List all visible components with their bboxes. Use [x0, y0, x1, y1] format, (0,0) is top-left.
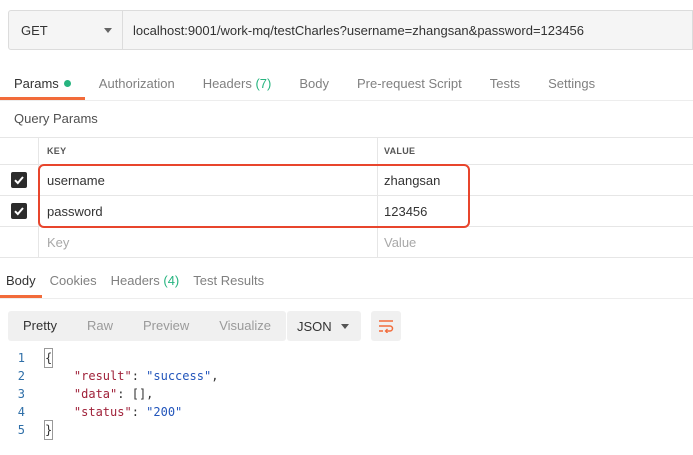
row-check-cell: [0, 227, 39, 257]
tab-label: Authorization: [98, 76, 175, 91]
headers-count: (7): [255, 76, 272, 91]
json-sep: :: [131, 405, 147, 419]
divider: [0, 298, 693, 299]
tab-label: Headers: [110, 273, 160, 288]
line-number: 5: [17, 423, 25, 437]
tab-params[interactable]: Params: [0, 70, 85, 100]
method-label: GET: [21, 22, 48, 38]
response-body-editor[interactable]: 1 { 2 "result": "success", 3 "data": [],…: [0, 348, 693, 455]
json-value: []: [131, 387, 147, 401]
new-value-input[interactable]: Value: [378, 227, 693, 257]
url-input[interactable]: localhost:9001/work-mq/testCharles?usern…: [123, 10, 693, 50]
view-visualize-button[interactable]: Visualize: [204, 311, 286, 341]
table-row: username zhangsan: [0, 165, 693, 196]
tab-label: Pre-request Script: [356, 76, 462, 91]
tab-label: Cookies: [49, 273, 97, 288]
json-sep: :: [117, 387, 132, 401]
wrap-lines-button[interactable]: [371, 311, 401, 341]
tab-label: Settings: [548, 76, 596, 91]
tab-label: Body: [6, 273, 36, 288]
format-label: JSON: [297, 318, 332, 334]
line-number: 2: [17, 369, 25, 383]
new-key-input[interactable]: Key: [39, 227, 378, 257]
tab-headers[interactable]: Headers (7): [189, 70, 286, 100]
headers-count: (4): [163, 273, 180, 288]
param-checkbox[interactable]: [11, 172, 27, 188]
method-select[interactable]: GET: [8, 10, 123, 50]
query-params-title: Query Params: [14, 111, 98, 126]
tab-label: Params: [14, 76, 59, 91]
tab-label: Body: [299, 76, 329, 91]
column-header-key: KEY: [39, 138, 378, 164]
tab-authorization[interactable]: Authorization: [85, 70, 189, 100]
tab-body[interactable]: Body: [285, 70, 343, 100]
column-header-value: VALUE: [384, 146, 416, 156]
open-brace: {: [43, 348, 54, 368]
response-tabs: Body Cookies Headers (4) Test Results: [0, 266, 272, 298]
line-number: 1: [17, 351, 25, 365]
tab-response-body[interactable]: Body: [0, 266, 42, 298]
param-key-input[interactable]: username: [39, 165, 378, 195]
code-line: 5 }: [0, 420, 693, 440]
code-line: 2 "result": "success",: [0, 367, 693, 385]
code-line: 1 {: [0, 348, 693, 368]
json-value: "success": [146, 369, 212, 383]
table-row-empty: Key Value: [0, 227, 693, 258]
json-sep: :: [131, 369, 147, 383]
request-tabs: Params Authorization Headers (7) Body Pr…: [0, 70, 609, 100]
tab-tests[interactable]: Tests: [476, 70, 534, 100]
row-check-cell: [0, 165, 39, 195]
code-line: 4 "status": "200": [0, 403, 693, 421]
code-text: "status": "200": [45, 403, 182, 421]
param-key-input[interactable]: password: [39, 196, 378, 226]
view-pretty-button[interactable]: Pretty: [8, 311, 72, 341]
tab-cookies[interactable]: Cookies: [44, 266, 103, 298]
row-check-cell: [0, 196, 39, 226]
code-text: "result": "success",: [45, 367, 219, 385]
view-preview-button[interactable]: Preview: [128, 311, 204, 341]
json-key: "result": [73, 369, 132, 383]
json-value: "200": [146, 405, 183, 419]
view-mode-group: Pretty Raw Preview Visualize: [8, 311, 287, 341]
json-comma: ,: [211, 369, 219, 383]
divider: [0, 100, 693, 101]
chevron-down-icon: [104, 27, 112, 33]
json-key: "data": [73, 387, 118, 401]
tab-label: Headers: [202, 76, 252, 91]
tab-response-headers[interactable]: Headers (4): [105, 266, 186, 298]
code-line: 3 "data": [],: [0, 385, 693, 403]
code-text: "data": [],: [45, 385, 154, 403]
format-select[interactable]: JSON: [287, 311, 361, 341]
json-comma: ,: [146, 387, 154, 401]
checkmark-icon: [14, 176, 24, 185]
view-raw-button[interactable]: Raw: [72, 311, 128, 341]
header-check-cell: [0, 138, 39, 164]
param-checkbox[interactable]: [11, 203, 27, 219]
tab-pre-request-script[interactable]: Pre-request Script: [343, 70, 476, 100]
line-number: 4: [17, 405, 25, 419]
request-bar: GET localhost:9001/work-mq/testCharles?u…: [8, 10, 693, 50]
chevron-down-icon: [341, 323, 349, 329]
table-row: password 123456: [0, 196, 693, 227]
tab-label: Test Results: [193, 273, 265, 288]
tab-test-results[interactable]: Test Results: [187, 266, 270, 298]
line-number: 3: [17, 387, 25, 401]
checkmark-icon: [14, 207, 24, 216]
wrap-lines-icon: [379, 320, 394, 333]
param-value-input[interactable]: zhangsan: [378, 165, 693, 195]
params-table: KEY VALUE username zhangsan password 123…: [0, 137, 693, 258]
active-dot-icon: [63, 80, 71, 87]
tab-label: Tests: [489, 76, 521, 91]
tab-settings[interactable]: Settings: [534, 70, 609, 100]
param-value-input[interactable]: 123456: [378, 196, 693, 226]
close-brace: }: [43, 420, 54, 440]
table-header: KEY VALUE: [0, 137, 693, 165]
json-key: "status": [73, 405, 132, 419]
